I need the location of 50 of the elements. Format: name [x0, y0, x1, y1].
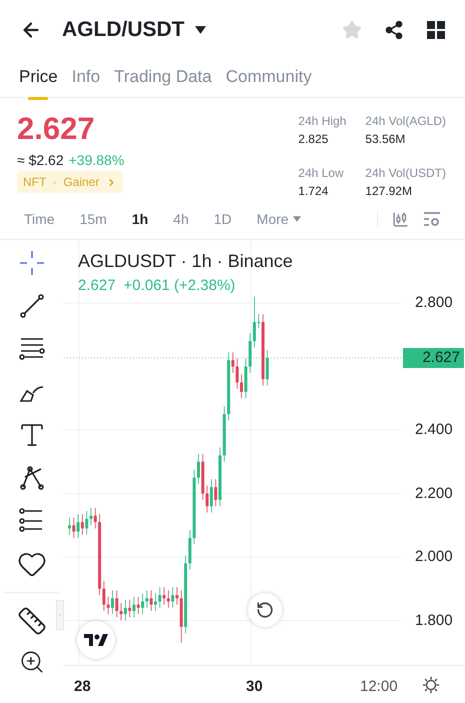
grid-icon[interactable] [427, 21, 445, 39]
chart-title: AGLDUSDT · 1h · Binance [78, 250, 293, 273]
chevron-left-icon [57, 611, 63, 619]
pair-selector[interactable]: AGLD/USDT [62, 14, 206, 46]
tag-chip[interactable]: NFT Gainer [17, 171, 124, 193]
time-axis-label: 28 [74, 677, 91, 697]
price-axis-label: 2.200 [415, 484, 453, 502]
price-axis-label: 2.400 [415, 421, 453, 439]
stat-label: 24h High [298, 113, 348, 130]
time-axis-label: 12:00 [360, 677, 398, 697]
usd-price: ≈ $2.62 [17, 152, 64, 168]
caret-down-icon [292, 216, 301, 222]
settings-icon[interactable] [423, 211, 441, 227]
reset-icon [256, 601, 274, 619]
tradingview-logo[interactable] [77, 621, 115, 659]
price-axis-label: 2.800 [415, 294, 453, 312]
stat-value: 53.56M [365, 131, 406, 148]
interval-tab[interactable]: 15m [80, 208, 107, 230]
current-price-tag: 2.627 [403, 348, 464, 368]
ruler-icon[interactable] [17, 606, 47, 636]
tab[interactable]: Trading Data [114, 60, 212, 100]
caret-down-icon [194, 26, 206, 34]
interval-tab[interactable]: More [256, 208, 301, 230]
share-icon[interactable] [384, 20, 404, 40]
stat-label: 24h Vol(AGLD) [365, 113, 446, 130]
tab[interactable]: Community [226, 60, 312, 100]
star-icon[interactable] [342, 20, 362, 40]
zoom-in-icon[interactable] [19, 649, 45, 675]
stat-value: 127.92M [365, 183, 413, 200]
last-price: 2.627 [17, 112, 96, 146]
interval-tab[interactable]: 4h [173, 208, 189, 230]
change-percent: +39.88% [68, 152, 124, 168]
time-axis-label: 30 [246, 677, 263, 697]
stat-label: 24h Low [298, 165, 345, 182]
chart-change: +0.061 (+2.38%) [124, 276, 236, 296]
sun-icon[interactable] [422, 676, 440, 694]
tab[interactable]: Price [19, 60, 58, 100]
interval-tab[interactable]: 1h [132, 208, 148, 230]
interval-tab[interactable]: Time [24, 208, 55, 230]
crosshair-icon[interactable] [17, 248, 47, 278]
stat-label: 24h Vol(USDT) [365, 165, 446, 182]
chart-icon[interactable] [392, 210, 409, 228]
interval-tab[interactable]: 1D [214, 208, 232, 230]
stat-value: 2.825 [298, 131, 330, 148]
stat-value: 1.724 [298, 183, 330, 200]
price-axis-label: 2.000 [415, 548, 453, 566]
tab[interactable]: Info [72, 60, 100, 100]
chart-quote: 2.627 [78, 276, 116, 296]
price-axis-label: 1.800 [415, 612, 453, 630]
reset-button[interactable] [248, 593, 282, 627]
